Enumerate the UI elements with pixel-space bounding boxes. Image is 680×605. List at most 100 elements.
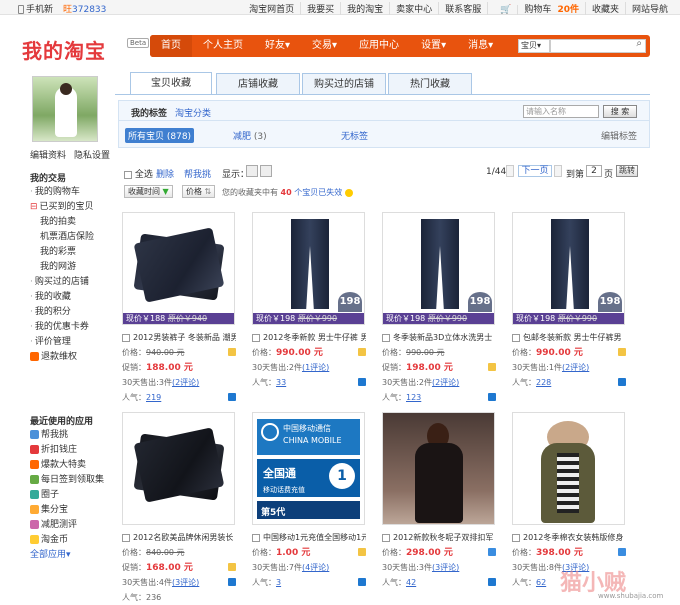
product-image[interactable]: [512, 412, 625, 525]
product-title[interactable]: 2012冬季棉衣女装韩版修身: [512, 530, 626, 545]
product-image[interactable]: 现价￥188 原价￥940: [122, 212, 235, 325]
top-link-home[interactable]: 淘宝网首页: [243, 2, 300, 15]
select-all-checkbox[interactable]: 全选: [124, 167, 153, 180]
nav-profile[interactable]: 个人主页: [192, 35, 254, 57]
prev-page-button[interactable]: [506, 165, 514, 177]
sidebar-item-bought[interactable]: ⊟ 已买到的宝贝: [30, 200, 94, 215]
tag-icon[interactable]: [228, 563, 236, 571]
next-arrow-button[interactable]: [554, 165, 562, 177]
share-icon[interactable]: [618, 378, 626, 386]
logo[interactable]: 我的淘宝: [22, 35, 106, 64]
popularity-link[interactable]: 33: [276, 378, 286, 387]
popularity-link[interactable]: 62: [536, 578, 546, 587]
search-icon[interactable]: ⌕: [636, 38, 642, 49]
sidebar-item-coupons[interactable]: · 我的优惠卡券: [30, 320, 94, 335]
taobao-category-link[interactable]: 淘宝分类: [175, 106, 211, 119]
tag-icon[interactable]: [358, 548, 366, 556]
share-icon[interactable]: [228, 578, 236, 586]
product-image[interactable]: 中国移动通信 CHINA MOBILE 全国通 移动话费充值 1 第5代: [252, 412, 365, 525]
top-link-mytaobao[interactable]: 我的淘宝: [340, 2, 389, 15]
reviews-link[interactable]: (4评论): [302, 563, 329, 572]
reviews-link[interactable]: (3评论): [432, 563, 459, 572]
product-image[interactable]: 198 现价￥198 原价￥990: [382, 212, 495, 325]
tag-icon[interactable]: [228, 348, 236, 356]
sidebar-item-auction[interactable]: 我的拍卖: [30, 215, 94, 230]
nav-messages[interactable]: 消息▾: [457, 35, 504, 57]
reviews-link[interactable]: (1评论): [302, 363, 329, 372]
app-quanzi[interactable]: 圈子: [30, 488, 104, 503]
cart-add-icon[interactable]: [488, 548, 496, 556]
app-jifenbao[interactable]: 集分宝: [30, 503, 104, 518]
avatar[interactable]: [32, 76, 98, 142]
top-link-favorites[interactable]: 收藏夹: [584, 2, 625, 15]
product-image[interactable]: 198 现价￥198 原价￥990: [252, 212, 365, 325]
popularity-link[interactable]: 228: [536, 378, 551, 387]
nav-trade[interactable]: 交易▾: [301, 35, 348, 57]
reviews-link[interactable]: (3评论): [172, 578, 199, 587]
help-pick-button[interactable]: 帮我挑: [184, 167, 211, 180]
popularity-link[interactable]: 123: [406, 393, 421, 402]
tag-jianfei[interactable]: 减肥 (3): [233, 129, 267, 142]
delete-button[interactable]: 删除: [156, 167, 174, 180]
tab-hot-favorites[interactable]: 热门收藏: [388, 73, 472, 95]
search-input[interactable]: [550, 39, 646, 53]
next-page-button[interactable]: 下一页: [518, 165, 552, 177]
tag-all-items[interactable]: 所有宝贝 (878): [125, 128, 195, 143]
app-zhekou[interactable]: 折扣钱庄: [30, 443, 104, 458]
tab-item-favorites[interactable]: 宝贝收藏: [130, 72, 212, 95]
mobile-link[interactable]: 手机新: [18, 2, 53, 15]
share-icon[interactable]: [488, 393, 496, 401]
sort-by-time-button[interactable]: 收藏时间 ▼: [124, 185, 173, 198]
cart-add-icon[interactable]: [618, 548, 626, 556]
tag-icon[interactable]: [358, 348, 366, 356]
product-title[interactable]: 包邮冬装新款 男士牛仔裤男: [512, 330, 626, 345]
nav-home[interactable]: 首页: [150, 35, 192, 57]
product-image[interactable]: [122, 412, 235, 525]
share-icon[interactable]: [228, 393, 236, 401]
app-taojinbi[interactable]: 淘金币: [30, 533, 104, 548]
popularity-link[interactable]: 42: [406, 578, 416, 587]
product-title[interactable]: 中国移动1元充值全国移动1元: [252, 530, 366, 545]
product-image[interactable]: [382, 412, 495, 525]
edit-profile-link[interactable]: 编辑资料: [30, 148, 66, 161]
tab-bought-shops[interactable]: 购买过的店铺: [302, 73, 386, 95]
nav-friends[interactable]: 好友▾: [254, 35, 301, 57]
tag-icon[interactable]: [488, 363, 496, 371]
product-title[interactable]: 冬季装新品3D立体水洗男士: [382, 330, 496, 345]
sidebar-item-refund[interactable]: 退款维权: [30, 350, 94, 365]
top-link-buy[interactable]: 我要买: [300, 2, 340, 15]
privacy-settings-link[interactable]: 隐私设置: [74, 148, 110, 161]
sidebar-item-favorites[interactable]: · 我的收藏: [30, 290, 94, 305]
favorites-search-button[interactable]: 搜 索: [603, 105, 637, 118]
app-qiandao[interactable]: 每日签到领取集: [30, 473, 104, 488]
reviews-link[interactable]: (2评论): [432, 378, 459, 387]
tab-shop-favorites[interactable]: 店铺收藏: [216, 73, 300, 95]
nav-apps[interactable]: 应用中心: [348, 35, 410, 57]
favorites-search-input[interactable]: 请输入名称: [523, 105, 599, 118]
product-title[interactable]: 2012冬季新款 男士牛仔裤 男: [252, 330, 366, 345]
search-type-select[interactable]: 宝贝▾: [518, 39, 550, 53]
product-title[interactable]: 2012男装裤子 冬装新品 潮男: [122, 330, 236, 345]
sort-by-price-button[interactable]: 价格 ⇅: [182, 185, 216, 198]
app-bangwotiao[interactable]: 帮我挑: [30, 428, 104, 443]
product-title[interactable]: 2012名欧美品牌休闲男装长: [122, 530, 236, 545]
share-icon[interactable]: [488, 578, 496, 586]
wangwang-status[interactable]: 旺372833: [63, 2, 106, 15]
tag-icon[interactable]: [618, 348, 626, 356]
grid-view-icon[interactable]: [246, 165, 258, 177]
sidebar-item-shops[interactable]: · 购买过的店铺: [30, 275, 94, 290]
popularity-link[interactable]: 219: [146, 393, 161, 402]
edit-tags-link[interactable]: 编辑标签: [601, 129, 637, 142]
all-apps-link[interactable]: 全部应用▾: [30, 548, 104, 563]
help-icon[interactable]: [344, 188, 353, 197]
share-icon[interactable]: [358, 578, 366, 586]
product-title[interactable]: 2012新款秋冬呢子双排扣军: [382, 530, 496, 545]
reviews-link[interactable]: (2评论): [562, 363, 589, 372]
sidebar-item-cart[interactable]: · 我的购物车: [30, 185, 94, 200]
sidebar-item-reviews[interactable]: · 评价管理: [30, 335, 94, 350]
sidebar-item-lottery[interactable]: 我的彩票: [30, 245, 94, 260]
sidebar-item-points[interactable]: · 我的积分: [30, 305, 94, 320]
my-tags-label[interactable]: 我的标签: [131, 106, 167, 119]
reviews-link[interactable]: (2评论): [172, 378, 199, 387]
top-link-service[interactable]: 联系客服: [438, 2, 487, 15]
